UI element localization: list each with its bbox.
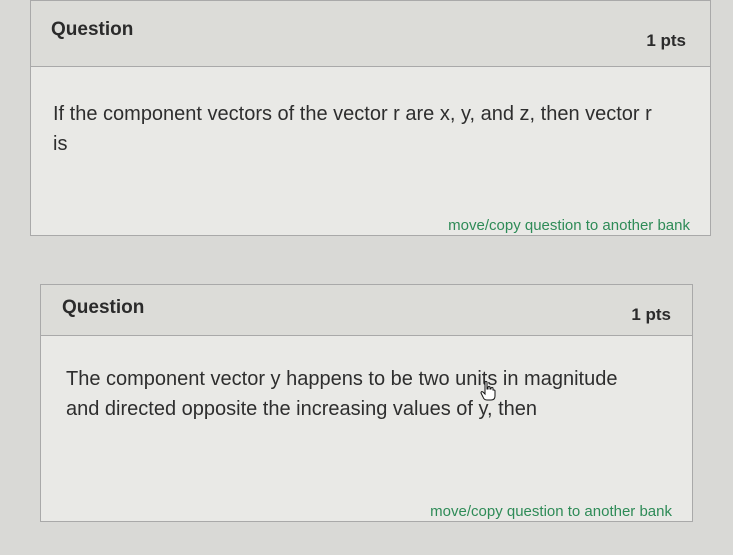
move-copy-question-link[interactable]: move/copy question to another bank xyxy=(430,503,672,520)
question-header: Question 1 pts xyxy=(41,285,692,336)
move-copy-question-link[interactable]: move/copy question to another bank xyxy=(448,217,690,234)
question-title: Question xyxy=(51,19,134,40)
question-card: Question 1 pts If the component vectors … xyxy=(30,0,711,236)
question-title: Question xyxy=(62,297,145,318)
question-header: Question 1 pts xyxy=(31,1,710,67)
question-card: Question 1 pts The component vector y ha… xyxy=(40,284,693,522)
question-text: The component vector y happens to be two… xyxy=(66,368,618,420)
question-points: 1 pts xyxy=(631,305,671,324)
question-points: 1 pts xyxy=(646,31,686,50)
question-text: If the component vectors of the vector r… xyxy=(53,103,652,155)
hand-cursor-icon xyxy=(480,381,496,401)
